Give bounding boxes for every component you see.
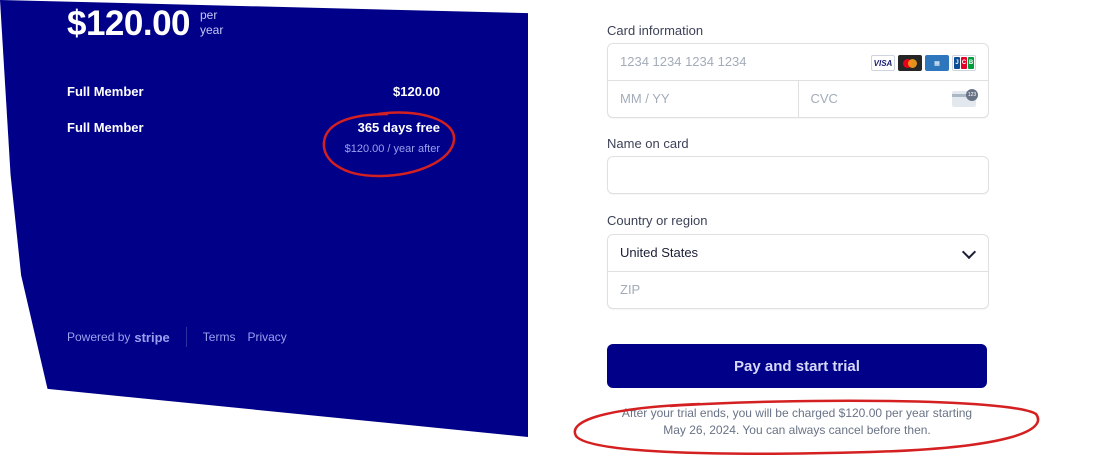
visa-icon: VISA	[871, 55, 895, 71]
zip-field[interactable]: ZIP	[608, 271, 988, 308]
terms-link[interactable]: Terms	[203, 330, 236, 344]
card-brands: VISA ▦ J C B	[871, 55, 976, 71]
line-item-label: Full Member	[67, 120, 144, 135]
card-number-field[interactable]: 1234 1234 1234 1234 VISA ▦ J C B	[608, 44, 988, 80]
price-amount: $120.00	[67, 4, 191, 43]
country-select[interactable]: United States	[608, 235, 988, 271]
country-zip-group: United States ZIP	[607, 234, 989, 309]
card-number-placeholder: 1234 1234 1234 1234	[620, 54, 747, 69]
mastercard-icon	[898, 55, 922, 71]
line-item-label: Full Member	[67, 84, 144, 99]
expiry-placeholder: MM / YY	[620, 91, 670, 106]
zip-placeholder: ZIP	[620, 282, 641, 297]
trial-value: 365 days free	[357, 120, 440, 135]
disclaimer-line-1: After your trial ends, you will be charg…	[621, 406, 973, 420]
cvc-field[interactable]: CVC 123	[797, 81, 989, 117]
card-info-group: 1234 1234 1234 1234 VISA ▦ J C B MM / YY…	[607, 43, 989, 118]
chevron-down-icon	[961, 244, 977, 260]
footer-divider	[185, 327, 187, 347]
trial-after-price: $120.00 / year after	[344, 143, 440, 155]
pay-and-start-trial-button[interactable]: Pay and start trial	[607, 344, 987, 388]
privacy-link[interactable]: Privacy	[247, 330, 286, 344]
jcb-icon: J C B	[952, 55, 976, 71]
card-expiry-cvc-row: MM / YY CVC 123	[608, 80, 988, 117]
name-on-card-input[interactable]	[607, 156, 989, 194]
summary-footer: Powered by stripe Terms Privacy	[67, 327, 299, 347]
price-period-per: per	[200, 8, 218, 22]
price-period: per year	[200, 8, 240, 38]
country-value: United States	[620, 245, 699, 260]
name-on-card-row	[608, 157, 988, 193]
cvc-placeholder: CVC	[810, 91, 838, 106]
disclaimer-line-2: May 26, 2024. You can always cancel befo…	[663, 423, 931, 437]
name-on-card-value	[608, 157, 620, 193]
stripe-logo[interactable]: stripe	[134, 330, 169, 345]
name-on-card-label: Name on card	[607, 136, 689, 151]
country-label: Country or region	[607, 213, 708, 228]
line-item-value: $120.00	[393, 84, 440, 99]
price-period-year: year	[200, 23, 224, 37]
trial-disclaimer: After your trial ends, you will be charg…	[595, 405, 999, 439]
expiry-field[interactable]: MM / YY	[608, 81, 798, 117]
cvc-card-icon: 123	[952, 89, 978, 107]
card-info-label: Card information	[607, 23, 704, 38]
powered-by-text: Powered by	[67, 330, 131, 344]
amex-icon: ▦	[925, 55, 949, 71]
order-summary-panel	[0, 0, 528, 437]
